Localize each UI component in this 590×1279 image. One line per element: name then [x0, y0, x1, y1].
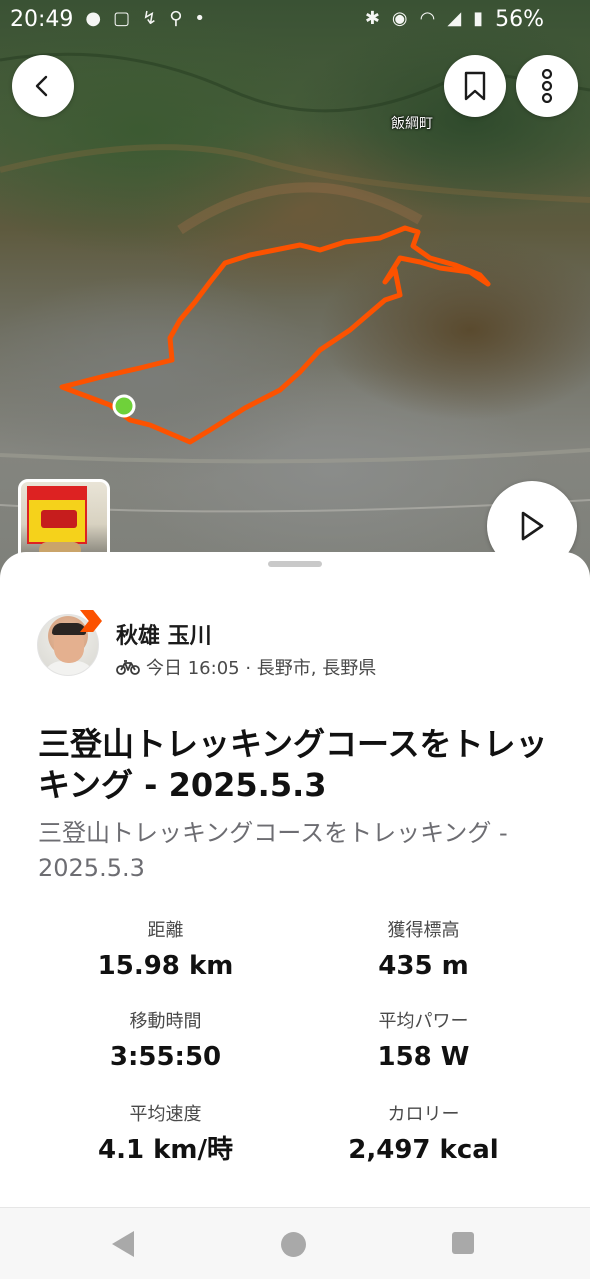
nav-back-icon[interactable]	[112, 1231, 134, 1257]
stat-label: 獲得標高	[387, 920, 460, 941]
screenshot-icon: ▢	[113, 8, 131, 29]
stat-value: 2,497 kcal	[348, 1135, 499, 1165]
stat-value: 4.1 km/時	[98, 1135, 233, 1165]
bluetooth-icon: ✱	[364, 8, 380, 29]
stat-moving-time: 移動時間 3:55:50	[18, 1009, 313, 1073]
status-bar: 20:49 ● ▢ ↯ ⚲ • ✱ ◉ ◠ ◢ ▮ 56%	[0, 0, 590, 38]
bookmark-icon	[464, 71, 486, 101]
stat-elevation-gain: 獲得標高 435 m	[276, 918, 571, 982]
dot-icon: •	[194, 8, 206, 29]
status-right: ✱ ◉ ◠ ◢ ▮ 56%	[365, 7, 544, 32]
wifi-icon: ◠	[419, 8, 436, 29]
stat-average-power: 平均パワー 158 W	[276, 1009, 571, 1073]
status-time: 20:49	[10, 6, 74, 32]
play-icon	[521, 511, 544, 541]
system-navigation-bar	[0, 1207, 590, 1279]
activity-title: 三登山トレッキングコースをトレッキング - 2025.5.3	[38, 725, 548, 804]
more-options-button[interactable]	[516, 55, 578, 117]
stat-label: 距離	[147, 920, 184, 941]
location-icon: ◉	[391, 8, 408, 29]
signal-icon: ◢	[447, 8, 462, 29]
battery-icon: ▮	[473, 8, 484, 29]
stat-distance: 距離 15.98 km	[18, 918, 313, 982]
nav-home-icon[interactable]	[281, 1232, 306, 1257]
stat-value: 15.98 km	[97, 951, 234, 981]
avatar-hair	[52, 623, 86, 635]
back-button[interactable]	[12, 55, 74, 117]
start-marker	[112, 394, 136, 418]
status-left: 20:49 ● ▢ ↯ ⚲ •	[10, 7, 205, 32]
avatar-shirt	[42, 661, 96, 675]
missed-call-icon: ↯	[142, 8, 158, 29]
map-view[interactable]: 飯綱町 20:49 ● ▢ ↯ ⚲ • ✱ ◉ ◠ ◢ ▮ 56%	[0, 0, 590, 600]
athlete-name[interactable]: 秋雄 玉川	[116, 618, 212, 650]
stat-value: 435 m	[378, 951, 469, 981]
photo-sign-banner	[29, 488, 85, 500]
stat-value: 158 W	[377, 1042, 470, 1072]
photo-sign-price	[41, 510, 77, 528]
photo-sign	[27, 486, 87, 544]
person-icon: ⚲	[169, 8, 183, 29]
ridge-line	[177, 182, 423, 235]
stat-calories: カロリー 2,497 kcal	[276, 1102, 571, 1166]
stat-label: 移動時間	[129, 1011, 202, 1032]
chevron-left-icon	[35, 75, 48, 97]
road-line	[0, 448, 590, 464]
bike-icon	[116, 660, 140, 675]
dnd-icon: ●	[85, 8, 102, 29]
activity-description: 三登山トレッキングコースをトレッキング - 2025.5.3	[38, 819, 508, 882]
stat-label: カロリー	[387, 1104, 460, 1125]
activity-meta: 今日 16:05 · 長野市, 長野県	[116, 654, 376, 680]
bookmark-button[interactable]	[444, 55, 506, 117]
stat-value: 3:55:50	[109, 1042, 222, 1072]
nav-recents-icon[interactable]	[452, 1232, 474, 1254]
activity-detail-sheet[interactable]: 秋雄 玉川 今日 16:05 · 長野市, 長野県 三登山トレッキングコースをト…	[0, 552, 590, 1207]
stat-average-speed: 平均速度 4.1 km/時	[18, 1102, 313, 1166]
activity-meta-text: 今日 16:05 · 長野市, 長野県	[146, 658, 377, 679]
sheet-drag-handle[interactable]	[268, 561, 322, 567]
battery-percent: 56%	[495, 6, 544, 32]
map-place-label: 飯綱町	[391, 116, 433, 132]
stat-label: 平均速度	[129, 1104, 202, 1125]
more-vertical-icon	[541, 69, 553, 103]
stat-label: 平均パワー	[378, 1011, 469, 1032]
